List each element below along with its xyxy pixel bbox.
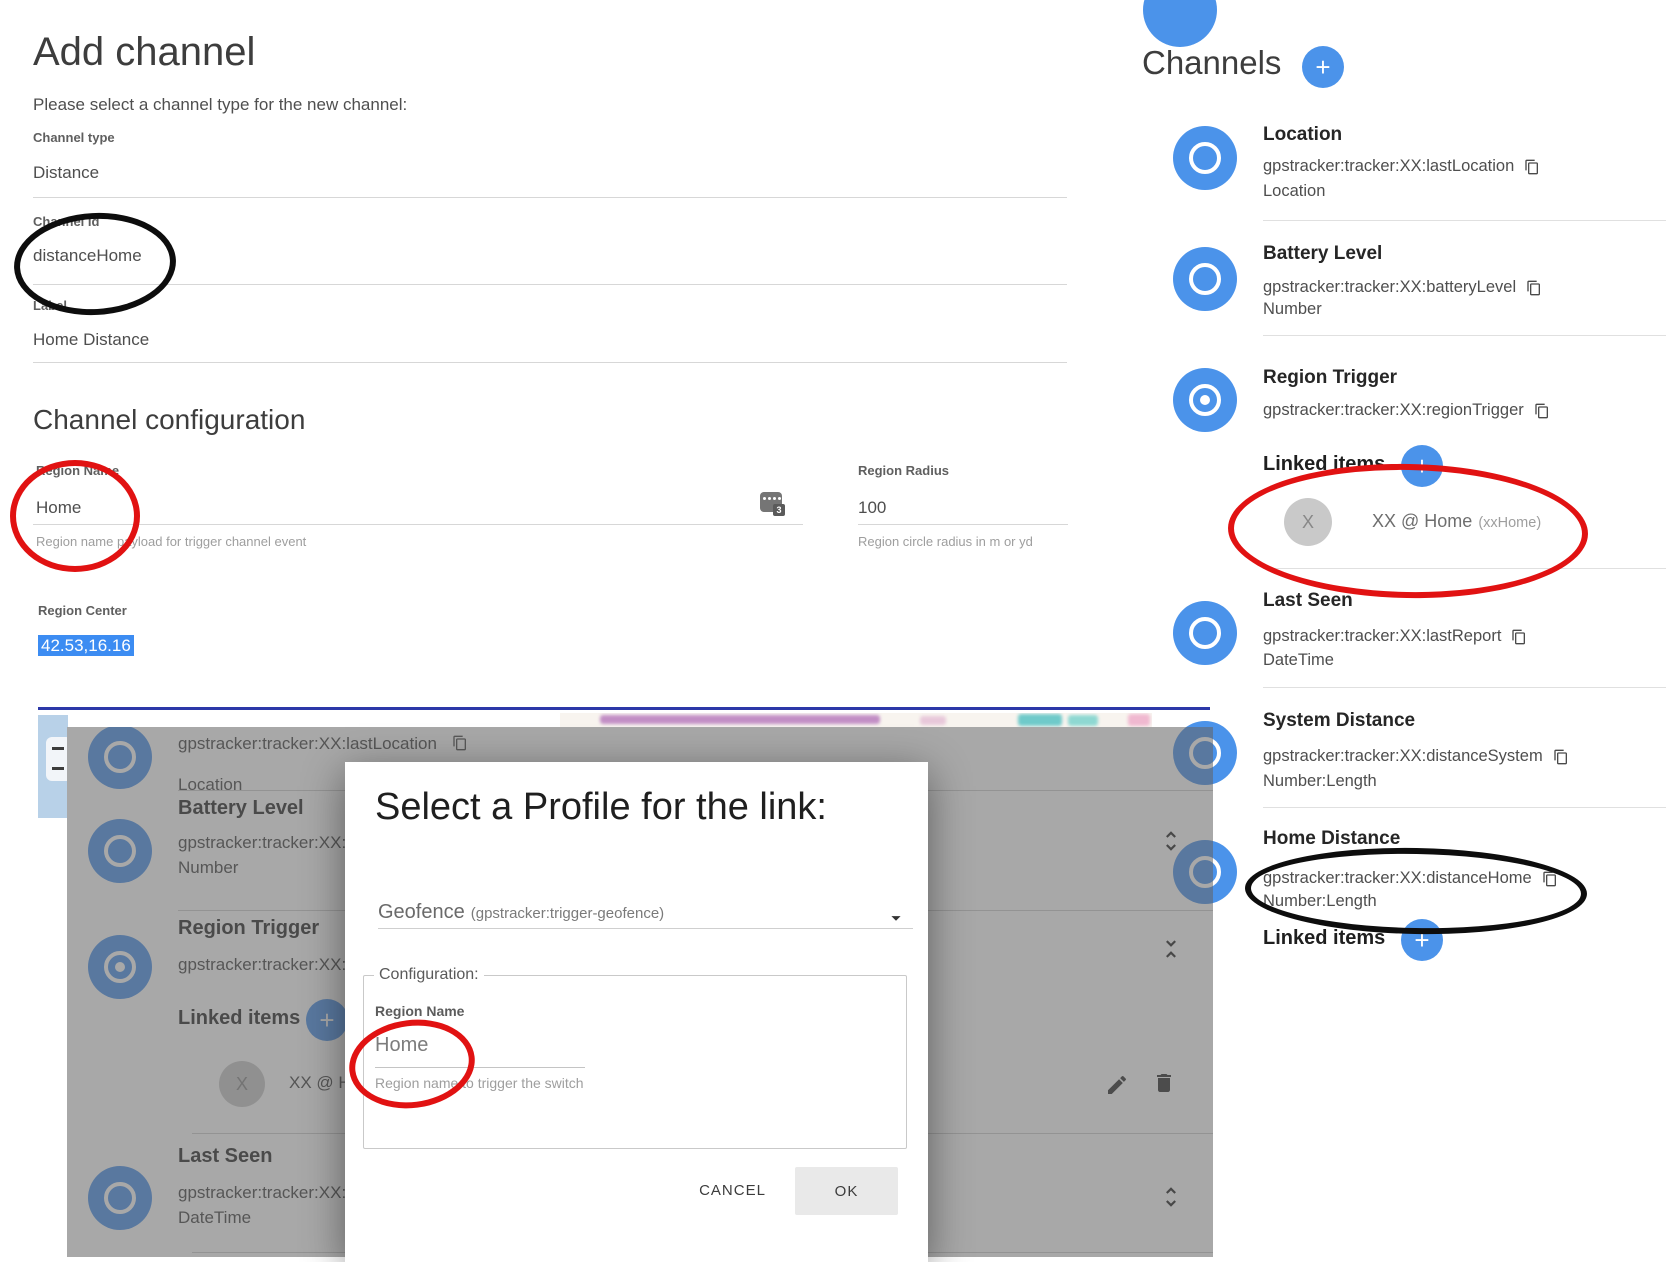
- channel-id-label: Channel Id: [33, 214, 99, 229]
- autofill-badge: 3: [773, 504, 785, 516]
- region-name-hint: Region name payload for trigger channel …: [36, 534, 306, 549]
- region-name-underline: [33, 524, 803, 525]
- channel-type-value[interactable]: Distance: [33, 163, 99, 183]
- channel-type: Number:Length: [1263, 772, 1377, 791]
- region-name-underline: [375, 1067, 585, 1068]
- channel-configuration-heading: Channel configuration: [33, 404, 305, 436]
- divider: [1263, 807, 1666, 808]
- divider: [33, 362, 1067, 363]
- add-link-button[interactable]: +: [1401, 919, 1443, 961]
- dropdown-arrow-icon[interactable]: [885, 907, 907, 929]
- copy-icon[interactable]: [1526, 280, 1542, 296]
- divider: [1263, 687, 1666, 688]
- configuration-fieldset: Configuration: Region Name Home Region n…: [363, 975, 907, 1149]
- channel-uid: gpstracker:tracker:XX:distanceSystem: [1263, 747, 1569, 766]
- profile-select-value: Geofence: [378, 901, 465, 923]
- linked-items-label: Linked items: [1263, 453, 1385, 476]
- divider: [1263, 220, 1666, 221]
- profile-dialog: Select a Profile for the link: Geofence (…: [345, 762, 928, 1262]
- add-channel-button[interactable]: +: [1302, 46, 1344, 88]
- map-fragment: [38, 715, 68, 818]
- configuration-legend: Configuration:: [374, 966, 484, 984]
- copy-icon[interactable]: [1542, 871, 1558, 887]
- divider: [1263, 335, 1666, 336]
- label-label: Label: [33, 298, 67, 313]
- label-field[interactable]: Home Distance: [33, 330, 149, 350]
- region-name-input[interactable]: Home: [36, 498, 81, 518]
- select-underline: [378, 928, 913, 929]
- ok-button[interactable]: OK: [795, 1167, 898, 1215]
- region-radius-input[interactable]: 100: [858, 498, 886, 518]
- region-center-focus-underline: [38, 707, 1210, 710]
- linked-items-label: Linked items: [1263, 927, 1385, 950]
- region-name-label: Region Name: [375, 1003, 464, 1019]
- plus-icon: +: [1315, 52, 1330, 83]
- copy-icon[interactable]: [1553, 749, 1569, 765]
- region-name-label: Region Name: [36, 463, 119, 478]
- channel-type: Location: [1263, 182, 1325, 201]
- autofill-dots: [763, 497, 781, 500]
- region-radius-hint: Region circle radius in m or yd: [858, 534, 1033, 549]
- channel-uid: gpstracker:tracker:XX:batteryLevel: [1263, 278, 1542, 297]
- linked-item-avatar: X: [1284, 498, 1332, 546]
- plus-icon: +: [1414, 451, 1429, 482]
- last-seen-channel-icon: [1173, 601, 1237, 665]
- region-radius-label: Region Radius: [858, 463, 949, 478]
- cancel-button[interactable]: CANCEL: [685, 1167, 780, 1213]
- linked-item-label: XX @ Home: [1372, 511, 1472, 531]
- channel-uid: gpstracker:tracker:XX:regionTrigger: [1263, 401, 1550, 420]
- map-edge-strip: [560, 713, 1152, 727]
- channel-type: Number:Length: [1263, 892, 1377, 911]
- channel-title: System Distance: [1263, 710, 1415, 732]
- copy-icon[interactable]: [1524, 159, 1540, 175]
- plus-icon: +: [1414, 925, 1429, 956]
- divider: [33, 284, 1067, 285]
- region-radius-underline: [858, 524, 1068, 525]
- battery-channel-icon: [1173, 247, 1237, 311]
- channel-title: Region Trigger: [1263, 367, 1397, 389]
- channel-type-label: Channel type: [33, 130, 115, 145]
- divider: [1263, 568, 1666, 569]
- region-center-input[interactable]: 42.53,16.16: [38, 636, 134, 656]
- profile-select-detail: (gpstracker:trigger-geofence): [471, 905, 664, 922]
- linked-item-detail: (xxHome): [1478, 515, 1541, 531]
- channel-uid: gpstracker:tracker:XX:lastLocation: [1263, 157, 1540, 176]
- dialog-title: Select a Profile for the link:: [375, 786, 827, 829]
- channel-uid: gpstracker:tracker:XX:lastReport: [1263, 627, 1527, 646]
- selected-text: 42.53,16.16: [38, 635, 134, 656]
- region-name-input[interactable]: Home: [375, 1034, 428, 1057]
- region-center-label: Region Center: [38, 603, 127, 618]
- location-channel-icon: [1173, 126, 1237, 190]
- form-subtitle: Please select a channel type for the new…: [33, 95, 407, 115]
- channel-title: Location: [1263, 124, 1342, 146]
- region-trigger-channel-icon: [1173, 368, 1237, 432]
- channel-type: DateTime: [1263, 651, 1334, 670]
- channel-uid: gpstracker:tracker:XX:distanceHome: [1263, 869, 1558, 888]
- profile-select[interactable]: Geofence (gpstracker:trigger-geofence): [378, 901, 664, 924]
- copy-icon[interactable]: [1511, 629, 1527, 645]
- autofill-extension-icon[interactable]: 3: [760, 492, 782, 512]
- divider: [33, 197, 1067, 198]
- channels-heading: Channels: [1142, 44, 1281, 82]
- add-link-button[interactable]: +: [1401, 445, 1443, 487]
- channel-title: Last Seen: [1263, 590, 1353, 612]
- channel-title: Home Distance: [1263, 828, 1400, 850]
- scroll-top-fab[interactable]: [1143, 0, 1217, 47]
- channel-type: Number: [1263, 300, 1322, 319]
- linked-item[interactable]: XX @ Home (xxHome): [1372, 511, 1541, 532]
- channel-title: Battery Level: [1263, 243, 1382, 265]
- region-name-hint: Region name to trigger the switch: [375, 1075, 584, 1091]
- channel-id-field[interactable]: distanceHome: [33, 246, 142, 266]
- copy-icon[interactable]: [1534, 403, 1550, 419]
- page-title: Add channel: [33, 30, 255, 75]
